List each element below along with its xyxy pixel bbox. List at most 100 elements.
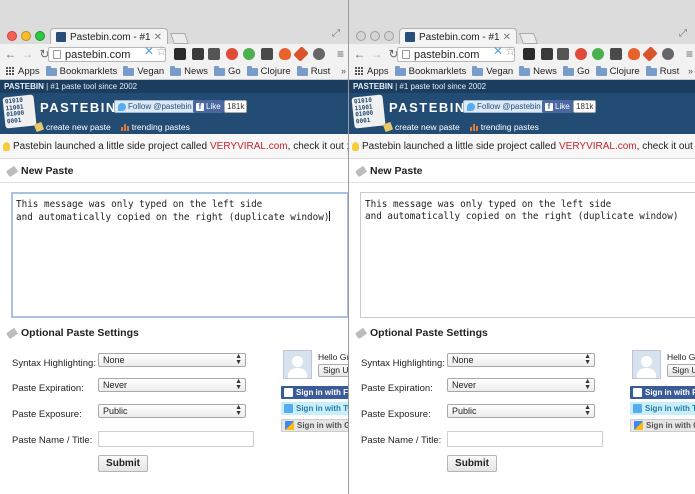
close-window-button[interactable]	[7, 31, 17, 41]
pencil-icon	[382, 121, 394, 133]
submit-button[interactable]: Submit	[447, 455, 497, 472]
adblock-icon[interactable]	[575, 48, 587, 60]
bookmark-folder[interactable]: Bookmarklets	[394, 65, 466, 77]
evernote-icon[interactable]	[243, 48, 255, 60]
forward-arrow-icon[interactable]: →	[370, 47, 383, 61]
tab-close-icon[interactable]: ✕	[503, 32, 511, 43]
close-window-button[interactable]	[356, 31, 366, 41]
sign-up-button[interactable]: Sign Up	[318, 364, 348, 377]
expiration-select[interactable]: Never ▲ ▼	[447, 378, 595, 392]
window-controls	[7, 31, 45, 41]
bookmark-folder[interactable]: Clojure	[246, 65, 291, 77]
bookmark-folder[interactable]: Rust	[296, 65, 330, 77]
minimize-window-button[interactable]	[370, 31, 380, 41]
apps-grid-icon	[355, 67, 364, 76]
back-arrow-icon[interactable]: ←	[353, 47, 366, 61]
apps-grid-icon	[6, 67, 15, 76]
twitter-follow-button[interactable]: Follow @pastebin	[114, 100, 196, 113]
bookmark-apps[interactable]: Apps	[355, 66, 389, 77]
sign-in-twitter-button[interactable]: Sign in with Twitter	[281, 402, 348, 415]
bookmark-folder[interactable]: Go	[213, 65, 241, 77]
paste-name-input[interactable]	[447, 431, 603, 447]
select-arrows-icon: ▲ ▼	[235, 404, 242, 417]
select-arrows-icon: ▲ ▼	[235, 378, 242, 391]
paste-name-input[interactable]	[98, 431, 254, 447]
sign-in-facebook-button[interactable]: Sign in with Facebook	[281, 386, 348, 399]
pastebin-logo-text[interactable]: PASTEBIN	[40, 100, 117, 115]
rocket-icon[interactable]	[642, 46, 658, 62]
layers-icon[interactable]	[192, 48, 204, 60]
back-arrow-icon[interactable]: ←	[4, 47, 17, 61]
tab-close-icon[interactable]: ✕	[154, 32, 162, 43]
adblock-icon[interactable]	[226, 48, 238, 60]
account-icon[interactable]	[313, 48, 325, 60]
sign-in-facebook-button[interactable]: Sign in with Facebook	[630, 386, 695, 399]
puzzle-icon[interactable]	[261, 48, 273, 60]
syntax-select[interactable]: None ▲ ▼	[98, 353, 246, 367]
bookmark-apps[interactable]: Apps	[6, 66, 40, 77]
fullscreen-icon[interactable]: ⤢	[679, 29, 689, 39]
bookmarks-overflow[interactable]: »	[341, 66, 346, 76]
exposure-select[interactable]: Public ▲ ▼	[98, 404, 246, 418]
pocket-icon[interactable]	[208, 48, 220, 60]
bookmark-folder[interactable]: Rust	[645, 65, 679, 77]
trending-pastes-link[interactable]: trending pastes	[469, 122, 539, 132]
select-arrows-icon: ▲ ▼	[584, 378, 591, 391]
trending-pastes-link[interactable]: trending pastes	[120, 122, 190, 132]
new-tab-button[interactable]	[518, 33, 539, 44]
submit-button[interactable]: Submit	[98, 455, 148, 472]
minimize-window-button[interactable]	[21, 31, 31, 41]
paste-textarea[interactable]: This message was only typed on the left …	[11, 192, 348, 318]
zoom-window-button[interactable]	[35, 31, 45, 41]
translate-icon[interactable]: ✕	[144, 44, 154, 58]
bookmark-folder[interactable]: Bookmarklets	[45, 65, 117, 77]
bookmark-star-icon[interactable]: ☆	[156, 44, 167, 58]
bookmark-folder[interactable]: Clojure	[595, 65, 640, 77]
flame-icon[interactable]	[279, 48, 291, 60]
bookmark-folder[interactable]: News	[519, 65, 557, 77]
facebook-like-button[interactable]: f Like	[542, 100, 573, 113]
menu-icon[interactable]: ≡	[683, 47, 695, 61]
bookmark-folder[interactable]: News	[170, 65, 208, 77]
veryviral-link[interactable]: VERYVIRAL.com	[559, 141, 637, 152]
syntax-select[interactable]: None ▲ ▼	[447, 353, 595, 367]
menu-icon[interactable]: ≡	[334, 47, 347, 61]
create-new-paste-link[interactable]: create new paste	[382, 121, 460, 133]
divider	[349, 182, 695, 183]
extension-icon[interactable]	[523, 48, 535, 60]
sign-up-button[interactable]: Sign Up	[667, 364, 695, 377]
bookmarks-overflow[interactable]: »	[688, 66, 693, 76]
evernote-icon[interactable]	[592, 48, 604, 60]
facebook-like-button[interactable]: f Like	[193, 100, 224, 113]
sign-in-twitter-button[interactable]: Sign in with Twitter	[630, 402, 695, 415]
account-icon[interactable]	[662, 48, 674, 60]
bookmark-folder[interactable]: Vegan	[472, 65, 513, 77]
extension-icon[interactable]	[174, 48, 186, 60]
page-icon	[402, 50, 410, 59]
fullscreen-icon[interactable]: ⤢	[332, 29, 342, 39]
optional-settings-heading: Optional Paste Settings	[0, 324, 348, 342]
browser-tab[interactable]: Pastebin.com - #1 paste to ✕	[50, 28, 168, 45]
bookmark-star-icon[interactable]: ☆	[505, 44, 516, 58]
flame-icon[interactable]	[628, 48, 640, 60]
create-new-paste-link[interactable]: create new paste	[33, 121, 111, 133]
expiration-select[interactable]: Never ▲ ▼	[98, 378, 246, 392]
bookmark-folder[interactable]: Go	[562, 65, 590, 77]
veryviral-link[interactable]: VERYVIRAL.com	[210, 141, 288, 152]
pocket-icon[interactable]	[557, 48, 569, 60]
forward-arrow-icon[interactable]: →	[21, 47, 34, 61]
layers-icon[interactable]	[541, 48, 553, 60]
sign-in-google-button[interactable]: Sign in with Google	[281, 419, 348, 432]
puzzle-icon[interactable]	[610, 48, 622, 60]
new-tab-button[interactable]	[169, 33, 190, 44]
translate-icon[interactable]: ✕	[493, 44, 503, 58]
zoom-window-button[interactable]	[384, 31, 394, 41]
paste-textarea[interactable]: This message was only typed on the left …	[360, 192, 695, 318]
twitter-follow-button[interactable]: Follow @pastebin	[463, 100, 545, 113]
pastebin-logo-text[interactable]: PASTEBIN	[389, 100, 466, 115]
exposure-select[interactable]: Public ▲ ▼	[447, 404, 595, 418]
bookmark-folder[interactable]: Vegan	[123, 65, 164, 77]
browser-tab[interactable]: Pastebin.com - #1 paste to ✕	[399, 28, 517, 45]
sign-in-google-button[interactable]: Sign in with Google	[630, 419, 695, 432]
rocket-icon[interactable]	[293, 46, 309, 62]
